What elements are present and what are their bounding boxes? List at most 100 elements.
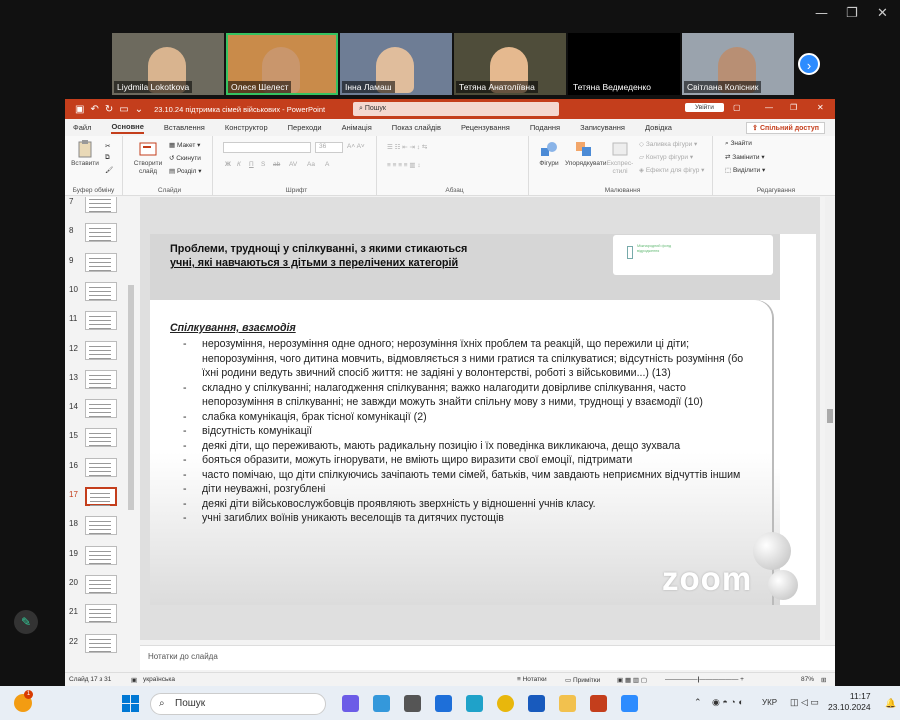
tray-icons[interactable]: ◉ ◓ ◔ ◐ xyxy=(712,697,744,708)
layout-button[interactable]: ▦ Макет ▾ xyxy=(169,141,200,149)
bullets-icon[interactable]: ☰ ☷ ⇤ ⇥ ↕ ⇆ xyxy=(387,143,427,151)
participant-tile[interactable]: Олеся Шелест xyxy=(226,33,338,95)
notes-pane[interactable]: Нотатки до слайда xyxy=(140,645,835,670)
find-button[interactable]: ⌕ Знайти xyxy=(725,140,752,148)
slide-scrollbar[interactable] xyxy=(825,197,835,640)
redo-icon[interactable]: ↻ xyxy=(105,104,113,115)
windows-start-icon[interactable] xyxy=(122,695,139,712)
arrange-button[interactable]: Упорядкувати xyxy=(565,140,606,168)
shape-effects-button[interactable]: ◈ Ефекти для фігур ▾ xyxy=(639,166,704,174)
shadow-button[interactable]: S xyxy=(261,161,265,168)
align-icons[interactable]: ≡ ≡ ≡ ≡ ▥ ↕ xyxy=(387,161,421,169)
ribbon-display-icon[interactable]: ▢ xyxy=(733,103,741,112)
slide-thumbnail[interactable]: 19 xyxy=(65,543,130,569)
slide-thumbnail[interactable]: 14 xyxy=(65,396,130,422)
network-volume-icons[interactable]: ◫ ◁ ▭ xyxy=(790,697,819,708)
language-status[interactable]: українська xyxy=(143,676,175,683)
window-close-icon[interactable]: ✕ xyxy=(817,103,824,112)
save-icon[interactable]: ▣ xyxy=(75,104,84,115)
slide-thumbnail[interactable]: 9 xyxy=(65,250,130,276)
section-button[interactable]: ▤ Розділ ▾ xyxy=(169,167,202,175)
tray-chevron-icon[interactable]: ⌃ xyxy=(694,697,702,708)
teams-icon[interactable] xyxy=(342,695,359,712)
zoom-app-icon[interactable] xyxy=(621,695,638,712)
powerpoint-icon[interactable] xyxy=(590,695,607,712)
slide-thumbnail[interactable]: 13 xyxy=(65,367,130,393)
underline-button[interactable]: П xyxy=(249,161,254,168)
word-icon[interactable] xyxy=(528,695,545,712)
ribbon-tab[interactable]: Вставлення xyxy=(164,123,205,132)
replace-button[interactable]: ⇄ Замінити ▾ xyxy=(725,153,765,161)
slideshow-icon[interactable]: ▭ xyxy=(119,104,128,115)
slide-thumbnail[interactable]: 22 xyxy=(65,631,130,657)
shapes-button[interactable]: Фігури xyxy=(535,140,563,168)
slide-thumbnail[interactable]: 21 xyxy=(65,601,130,627)
ribbon-tab[interactable]: Записування xyxy=(580,123,625,132)
spacing-button[interactable]: AV xyxy=(289,161,297,168)
annotate-pen-icon[interactable]: ✎ xyxy=(14,610,38,634)
new-slide-button[interactable]: Створити слайд xyxy=(131,140,165,176)
paste-button[interactable]: Вставити xyxy=(69,140,101,168)
participant-tile[interactable]: Liydmila Lokotkova xyxy=(112,33,224,95)
ribbon-tab[interactable]: Показ слайдів xyxy=(392,123,441,132)
strikethrough-button[interactable]: ab xyxy=(273,161,280,168)
slide-thumbnail[interactable]: 7 xyxy=(65,197,130,217)
ribbon-tab[interactable]: Анімація xyxy=(342,123,372,132)
fit-slide-icon[interactable]: ⊞ xyxy=(821,676,826,684)
font-color-icon[interactable]: A xyxy=(325,161,329,168)
notes-toggle[interactable]: ≡ Нотатки xyxy=(517,676,547,683)
ribbon-tab[interactable]: Довідка xyxy=(645,123,672,132)
bullet-list[interactable]: нерозуміння, нерозуміння одне одного; не… xyxy=(170,337,755,526)
copy-icon[interactable]: ⧉ xyxy=(105,154,110,162)
task-view-icon[interactable] xyxy=(404,695,421,712)
slide-title[interactable]: Проблеми, труднощі у спілкуванні, з яким… xyxy=(170,242,467,270)
slide-thumbnail[interactable]: 15 xyxy=(65,425,130,451)
participant-tile[interactable]: Тетяна Ведмеденко xyxy=(568,33,680,95)
edge-icon[interactable] xyxy=(466,695,483,712)
ribbon-tab[interactable]: Конструктор xyxy=(225,123,268,132)
format-painter-icon[interactable]: 🖌 xyxy=(105,166,113,174)
cut-icon[interactable]: ✂ xyxy=(105,142,110,150)
current-slide[interactable]: Проблеми, труднощі у спілкуванні, з яким… xyxy=(150,234,816,605)
quick-access-menu-icon[interactable]: ⌄ xyxy=(135,104,143,115)
slide-thumbnail[interactable]: 17 xyxy=(65,484,130,510)
participant-tile[interactable]: Світлана Колісник xyxy=(682,33,794,95)
window-restore-icon[interactable]: ❐ xyxy=(790,103,797,112)
notifications-bell-icon[interactable]: 🔔 xyxy=(885,698,896,709)
ribbon-tab[interactable]: Подання xyxy=(530,123,560,132)
ribbon-tab[interactable]: Основне xyxy=(111,122,144,134)
slide-thumbnail[interactable]: 10 xyxy=(65,279,130,305)
increase-font-icon[interactable]: A˄ A˅ xyxy=(347,143,365,150)
slide-thumbnail[interactable]: 11 xyxy=(65,308,130,334)
section-heading[interactable]: Спілкування, взаємодія xyxy=(170,322,296,334)
next-page-button[interactable]: › xyxy=(798,53,820,75)
copilot-icon[interactable] xyxy=(373,695,390,712)
clock[interactable]: 11:17 23.10.2024 xyxy=(828,691,871,713)
slide-thumbnail[interactable]: 16 xyxy=(65,455,130,481)
zoom-slider[interactable]: —————|—————— + xyxy=(665,676,744,683)
change-case-button[interactable]: Aa xyxy=(307,161,315,168)
slide-thumbnail[interactable]: 18 xyxy=(65,513,130,539)
zoom-level[interactable]: 87% xyxy=(801,676,814,683)
reset-button[interactable]: ↺ Скинути xyxy=(169,154,201,162)
view-buttons[interactable]: ▣ ▦ ▥ ▢ xyxy=(617,676,647,684)
maximize-icon[interactable]: ❐ xyxy=(846,6,858,21)
shape-outline-button[interactable]: ▱ Контур фігури ▾ xyxy=(639,153,693,161)
font-name-field[interactable] xyxy=(223,142,311,153)
font-size-field[interactable]: 36 xyxy=(315,142,343,153)
explorer-icon[interactable] xyxy=(559,695,576,712)
ribbon-tab[interactable]: Файл xyxy=(73,123,91,132)
slide-thumbnail[interactable]: 20 xyxy=(65,572,130,598)
slide-thumbnail[interactable]: 8 xyxy=(65,220,130,246)
search-box[interactable]: ⌕ Пошук xyxy=(353,102,559,116)
chrome-icon[interactable] xyxy=(497,695,514,712)
ribbon-tab[interactable]: Рецензування xyxy=(461,123,510,132)
window-minimize-icon[interactable]: — xyxy=(765,103,773,112)
slide-thumbnail[interactable]: 12 xyxy=(65,338,130,364)
share-button[interactable]: ⇪ Спільний доступ xyxy=(746,122,825,134)
scroll-thumb[interactable] xyxy=(827,409,833,423)
select-button[interactable]: ⬚ Виділити ▾ xyxy=(725,166,765,174)
quick-styles-button[interactable]: Експрес-стилі xyxy=(605,140,635,176)
comments-toggle[interactable]: ▭ Примітки xyxy=(565,676,600,684)
close-icon[interactable]: ✕ xyxy=(877,6,888,21)
